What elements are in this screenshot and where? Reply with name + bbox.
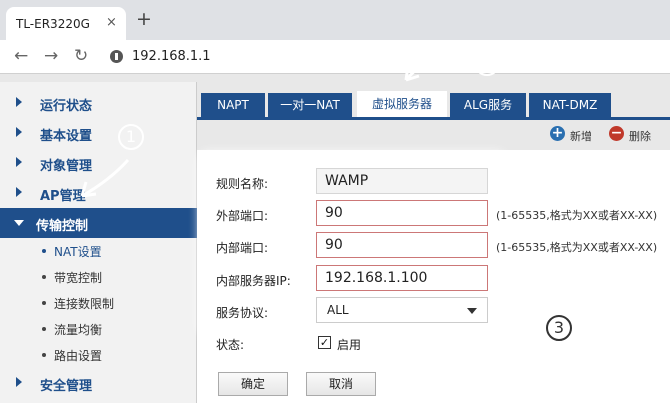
annotation-arrow-1 [81, 158, 130, 198]
annotation-arrows [80, 40, 577, 302]
annotation-step-3: 3 [546, 315, 572, 341]
annotation-step-1: 1 [118, 124, 144, 150]
annotation-arrow-2 [404, 40, 469, 81]
annotation-step-2: 2 [474, 50, 500, 76]
annotation-arrow-3 [509, 278, 577, 302]
